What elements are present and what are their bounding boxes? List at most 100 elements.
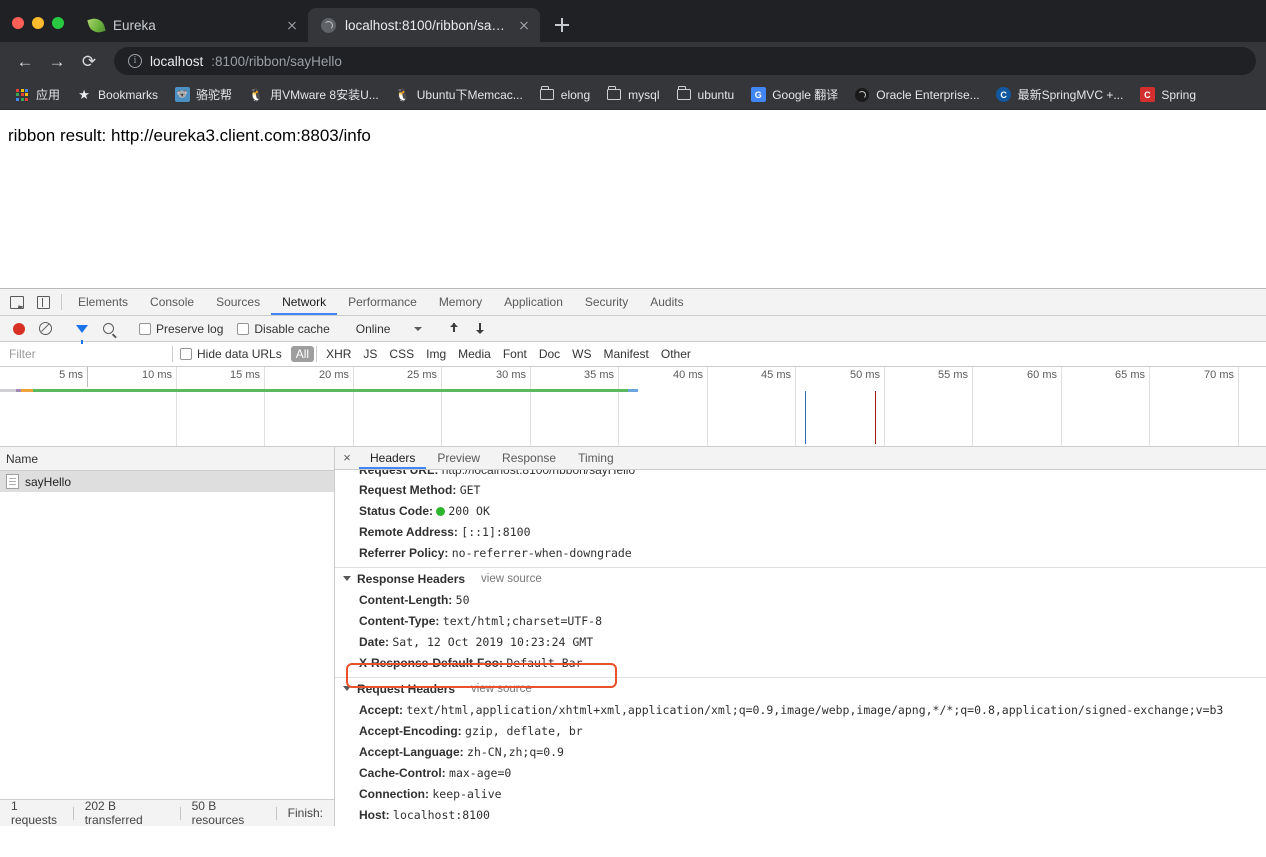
table-row[interactable]: sayHello	[0, 471, 334, 492]
network-filter-bar: Filter Hide data URLs All XHR JS CSS Img…	[0, 342, 1266, 367]
device-toolbar-icon[interactable]	[30, 289, 56, 315]
tab-network[interactable]: Network	[271, 289, 337, 315]
bookmark-ubuntu[interactable]: ubuntu	[668, 84, 743, 106]
header-name: Host:	[359, 808, 390, 823]
bookmark-spring[interactable]: C Spring	[1131, 84, 1204, 106]
tab-console[interactable]: Console	[139, 289, 205, 315]
section-request-headers[interactable]: Request Headers view source	[335, 676, 1266, 700]
close-icon[interactable]	[284, 17, 300, 33]
type-filter-media[interactable]: Media	[453, 346, 496, 362]
view-source-link[interactable]: view source	[471, 683, 532, 695]
type-filter-ws[interactable]: WS	[567, 346, 596, 362]
tab-headers[interactable]: Headers	[359, 447, 426, 469]
clear-icon[interactable]	[32, 322, 58, 335]
bookmark-memcached[interactable]: 🐧 Ubuntu下Memcac...	[387, 83, 531, 106]
header-row-connection: Connection: keep-alive	[335, 784, 1266, 805]
checkbox-box[interactable]	[180, 348, 192, 360]
header-value: gzip, deflate, br	[465, 724, 583, 739]
header-name: Content-Type:	[359, 614, 440, 629]
window-maximize-button[interactable]	[52, 17, 64, 29]
tab-preview[interactable]: Preview	[426, 447, 491, 469]
view-source-link[interactable]: view source	[481, 573, 542, 585]
bookmark-vmware[interactable]: 🐧 用VMware 8安装U...	[240, 83, 387, 106]
disable-cache-checkbox[interactable]: Disable cache	[230, 322, 336, 336]
timeline-tick: 40 ms	[673, 369, 703, 381]
reload-icon[interactable]: ⟳	[74, 46, 104, 76]
type-filter-img[interactable]: Img	[421, 346, 451, 362]
timeline-bar-queueing	[0, 389, 16, 392]
new-tab-button[interactable]	[548, 11, 576, 39]
bookmark-luotuobang[interactable]: 🐨 骆驼帮	[166, 83, 240, 106]
bookmark-oracle-enterprise[interactable]: Oracle Enterprise...	[846, 84, 987, 106]
header-name: Request Method:	[359, 483, 457, 498]
bookmark-label: mysql	[628, 87, 660, 102]
network-overview-timeline[interactable]: 5 ms 10 ms 15 ms 20 ms 25 ms 30 ms 35 ms…	[0, 367, 1266, 447]
forward-icon[interactable]: →	[42, 46, 72, 76]
header-name: X-Response-Default-Foo:	[359, 656, 503, 671]
type-filter-manifest[interactable]: Manifest	[599, 346, 654, 362]
address-bar[interactable]: i localhost:8100/ribbon/sayHello	[114, 47, 1256, 75]
column-header-name[interactable]: Name	[0, 447, 334, 471]
network-status-bar: 1 requests 202 B transferred 50 B resour…	[0, 799, 334, 827]
window-minimize-button[interactable]	[32, 17, 44, 29]
filter-input[interactable]: Filter	[4, 344, 172, 364]
type-filter-xhr[interactable]: XHR	[321, 346, 356, 362]
export-har-icon[interactable]	[467, 322, 493, 336]
inspect-element-icon[interactable]	[4, 289, 30, 315]
throttling-value: Online	[355, 321, 391, 336]
tab-response[interactable]: Response	[491, 447, 567, 469]
throttling-select[interactable]: Online	[348, 322, 431, 336]
tab-security[interactable]: Security	[574, 289, 639, 315]
checkbox-box[interactable]	[139, 322, 151, 335]
filter-icon[interactable]	[69, 324, 95, 344]
header-row-content-length: Content-Length: 50	[335, 590, 1266, 611]
tab-elements[interactable]: Elements	[67, 289, 139, 315]
type-filter-font[interactable]: Font	[498, 346, 532, 362]
bookmark-label: ubuntu	[697, 87, 735, 102]
disable-cache-label: Disable cache	[254, 321, 330, 336]
info-icon[interactable]: i	[128, 54, 142, 68]
section-title: Request Headers	[357, 681, 456, 696]
bookmark-label: Oracle Enterprise...	[876, 87, 980, 102]
section-response-headers[interactable]: Response Headers view source	[335, 566, 1266, 590]
chevron-down-icon[interactable]	[343, 576, 351, 582]
chevron-down-icon[interactable]	[343, 686, 351, 692]
type-filter-doc[interactable]: Doc	[534, 346, 565, 362]
bookmark-label: 骆驼帮	[196, 88, 233, 102]
type-filter-js[interactable]: JS	[358, 346, 382, 362]
back-icon[interactable]: ←	[10, 46, 40, 76]
import-har-icon[interactable]	[441, 322, 467, 336]
tab-memory[interactable]: Memory	[428, 289, 493, 315]
browser-tab-sayhello[interactable]: localhost:8100/ribbon/sayHello	[308, 8, 540, 42]
bookmark-elong[interactable]: elong	[531, 84, 598, 106]
browser-tab-eureka[interactable]: Eureka	[76, 8, 308, 42]
type-filter-css[interactable]: CSS	[384, 346, 419, 362]
tab-application[interactable]: Application	[493, 289, 574, 315]
bookmark-google-translate[interactable]: G Google 翻译	[742, 83, 846, 106]
headers-content[interactable]: Request URL: http://localhost:8100/ribbo…	[335, 470, 1266, 826]
tab-timing[interactable]: Timing	[567, 447, 625, 469]
tab-audits[interactable]: Audits	[639, 289, 694, 315]
detail-tabbar: × Headers Preview Response Timing	[335, 447, 1266, 470]
close-icon[interactable]: ×	[335, 450, 359, 465]
type-filter-other[interactable]: Other	[656, 346, 696, 362]
record-button[interactable]	[6, 322, 32, 335]
bookmark-mysql[interactable]: mysql	[598, 84, 667, 106]
network-panes: Name sayHello 1 requests 202 B transferr…	[0, 447, 1266, 827]
checkbox-box[interactable]	[237, 322, 250, 335]
timeline-tick: 60 ms	[1027, 369, 1057, 381]
tab-performance[interactable]: Performance	[337, 289, 428, 315]
tab-sources[interactable]: Sources	[205, 289, 271, 315]
close-icon[interactable]	[516, 17, 532, 33]
timeline-bar-tail	[628, 389, 638, 392]
search-icon[interactable]	[95, 323, 121, 334]
window-close-button[interactable]	[12, 17, 24, 29]
chevron-down-icon[interactable]	[414, 326, 423, 331]
bookmark-springmvc[interactable]: C 最新SpringMVC +...	[988, 83, 1132, 106]
preserve-log-checkbox[interactable]: Preserve log	[132, 322, 230, 336]
bookmark-bookmarks[interactable]: ★ Bookmarks	[68, 84, 166, 106]
hide-data-urls-checkbox[interactable]: Hide data URLs	[173, 347, 289, 361]
type-filter-all[interactable]: All	[290, 346, 315, 362]
bookmark-apps[interactable]: 应用	[6, 83, 68, 106]
header-name: Request URL:	[359, 469, 439, 477]
